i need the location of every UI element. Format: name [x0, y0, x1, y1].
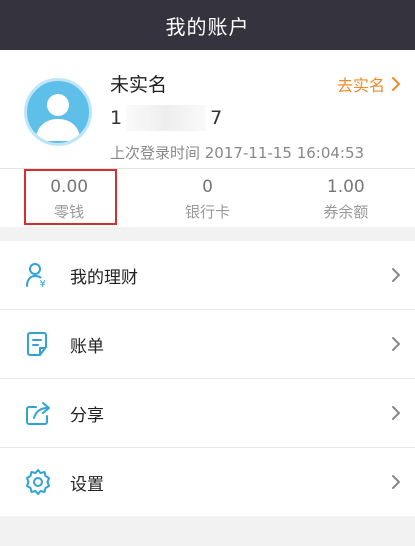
profile-card: 未实名 去实名 1 7 上次登录时间 2017-11-15 16:04:53 [0, 50, 415, 168]
menu-item-bill[interactable]: 账单 [0, 310, 415, 379]
stat-coupon-balance[interactable]: 1.00 券余额 [277, 169, 415, 227]
phone-number: 1 7 [110, 105, 222, 131]
phone-mask [126, 105, 207, 131]
chevron-right-icon [392, 475, 400, 489]
stat-value: 1.00 [326, 177, 365, 197]
menu-item-share[interactable]: 分享 [0, 379, 415, 448]
avatar[interactable] [24, 78, 92, 146]
menu-list: ¥ 我的理财 账单 分享 设置 [0, 241, 415, 516]
menu-label: 账单 [70, 336, 104, 357]
menu-label: 设置 [70, 474, 104, 495]
bottom-space [0, 516, 415, 546]
chevron-right-icon [392, 337, 400, 351]
phone-end: 7 [210, 107, 223, 129]
user-finance-icon: ¥ [26, 263, 46, 289]
page-title: 我的账户 [165, 14, 250, 39]
stat-bank-cards[interactable]: 0 银行卡 [138, 169, 276, 227]
app-header: 我的账户 [0, 0, 415, 50]
menu-label: 分享 [70, 405, 104, 426]
bill-icon [27, 332, 47, 356]
share-icon [26, 402, 50, 425]
user-name: 未实名 [110, 74, 168, 96]
chevron-right-icon [392, 268, 400, 282]
menu-item-settings[interactable]: 设置 [0, 448, 415, 516]
default-user-icon [35, 94, 81, 141]
highlight-box [24, 169, 117, 225]
verify-label: 去实名 [336, 76, 385, 95]
verify-link[interactable]: 去实名 [337, 72, 401, 96]
stats-bar: 0.00 零钱 0 银行卡 1.00 券余额 [0, 169, 415, 227]
svg-text:¥: ¥ [40, 279, 46, 289]
phone-start: 1 [110, 107, 123, 129]
last-login-time: 上次登录时间 2017-11-15 16:04:53 [110, 144, 365, 162]
chevron-right-icon [392, 406, 400, 420]
stat-label: 券余额 [323, 203, 369, 221]
menu-label: 我的理财 [70, 267, 138, 288]
stat-label: 银行卡 [184, 203, 230, 221]
menu-item-finance[interactable]: ¥ 我的理财 [0, 241, 415, 310]
stat-value: 0 [202, 177, 213, 197]
section-gap [0, 227, 415, 241]
chevron-right-icon [392, 77, 400, 91]
gear-icon [26, 469, 50, 495]
